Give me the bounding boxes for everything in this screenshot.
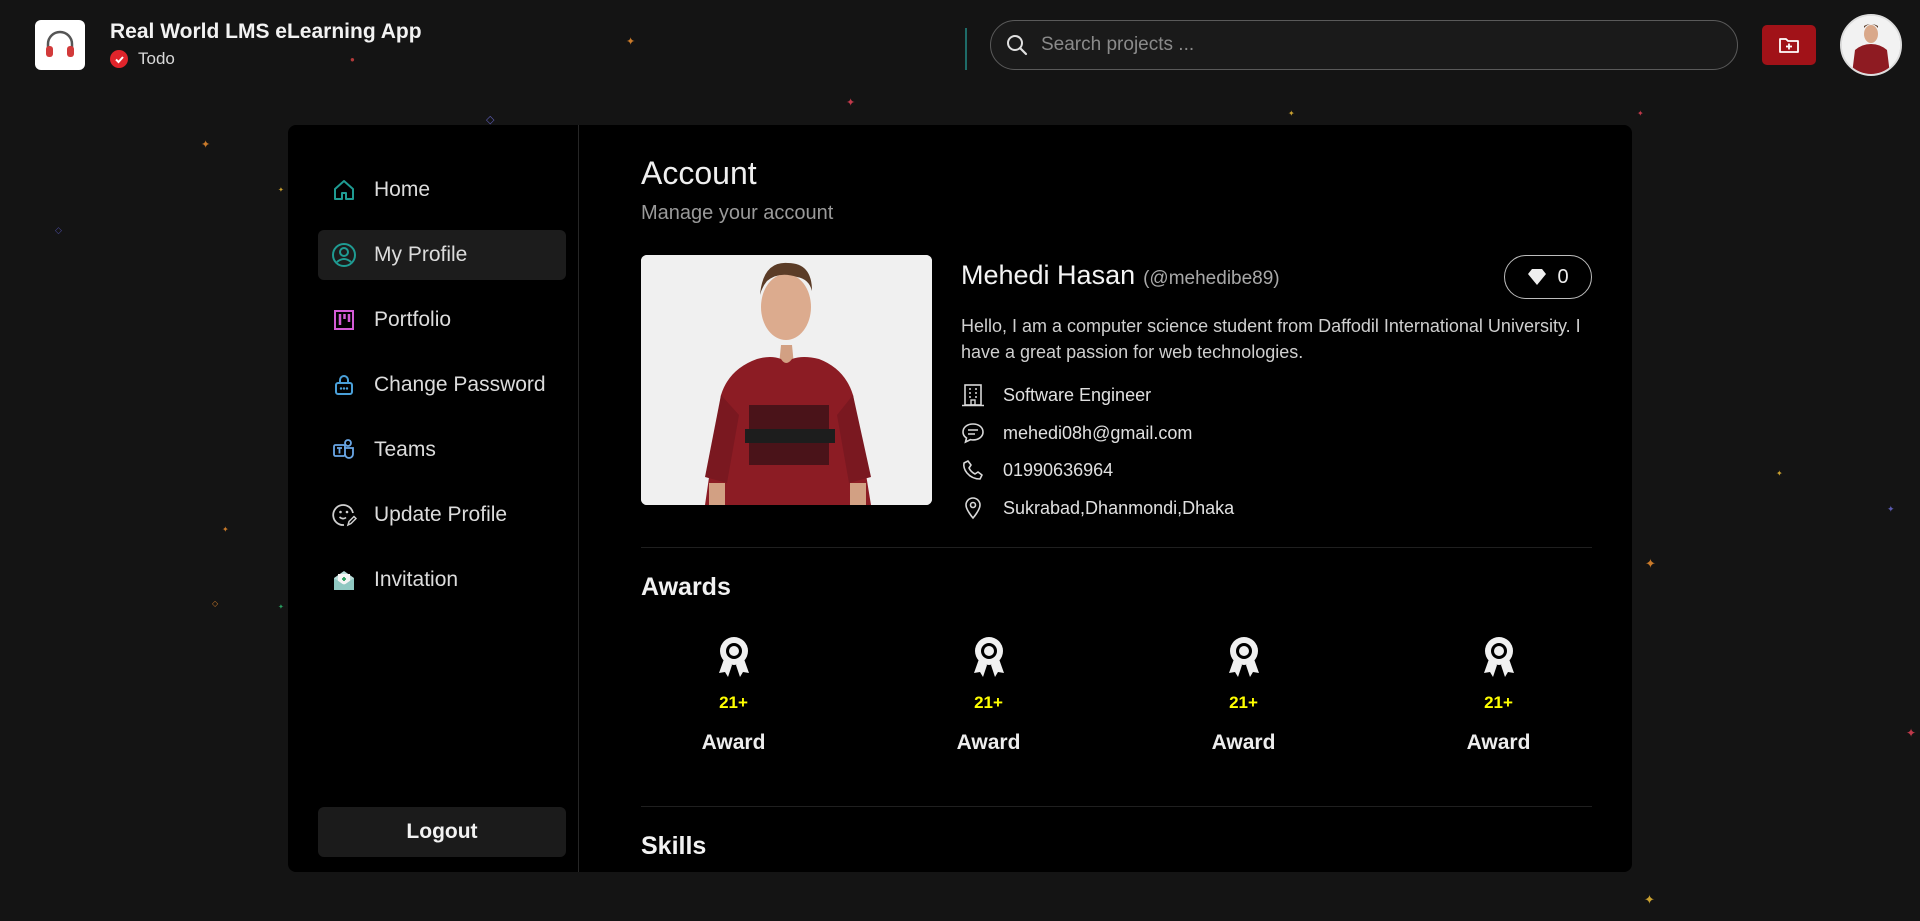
search-icon [1007, 35, 1028, 56]
award-item: 21+ Award [1406, 635, 1591, 755]
avatar-image [1842, 16, 1900, 74]
sidebar-item-label: Invitation [374, 568, 459, 591]
section-divider [641, 547, 1592, 548]
user-circle-icon [330, 241, 358, 269]
lock-icon [330, 371, 358, 399]
sidebar-item-label: Portfolio [374, 308, 452, 331]
logout-button[interactable]: Logout [318, 807, 566, 857]
sidebar-item-label: Change Password [374, 373, 546, 396]
profile-image [641, 255, 932, 505]
info-occupation: Software Engineer [961, 383, 1151, 407]
status-label: Todo [138, 49, 175, 68]
header-divider [965, 28, 967, 70]
sidebar-item-change-password[interactable]: Change Password [318, 360, 566, 410]
award-ribbon-icon [1483, 637, 1514, 677]
address-text: Sukrabad,Dhanmondi,Dhaka [1003, 497, 1235, 518]
award-item: 21+ Award [641, 635, 826, 755]
new-project-button[interactable] [1762, 25, 1816, 65]
teams-icon [330, 436, 358, 464]
likes-count: 0 [1557, 265, 1569, 288]
profile-photo [641, 255, 932, 505]
award-ribbon-icon [718, 637, 749, 677]
profile-bio: Hello, I am a computer science student f… [961, 316, 1581, 362]
profile-handle: (@mehedibe89) [1143, 268, 1280, 289]
user-avatar[interactable] [1840, 14, 1902, 76]
profile-name-row: Mehedi Hasan (@mehedibe89) [961, 260, 1280, 291]
smile-edit-icon [330, 501, 358, 529]
folder-plus-icon [1779, 38, 1799, 53]
phone-icon [961, 458, 985, 482]
award-count: 21+ [719, 693, 748, 712]
award-ribbon-icon [973, 637, 1004, 677]
account-content: Account Manage your account Mehedi Hasan… [641, 125, 1596, 872]
chat-bubble-icon [961, 421, 985, 445]
app-logo[interactable] [35, 20, 85, 70]
award-count: 21+ [1229, 693, 1258, 712]
info-address: Sukrabad,Dhanmondi,Dhaka [961, 496, 1234, 520]
sidebar-item-label: Teams [374, 438, 436, 461]
search-input[interactable] [1041, 34, 1691, 56]
location-pin-icon [961, 496, 985, 520]
app-status[interactable]: Todo [110, 49, 175, 69]
building-icon [961, 383, 985, 407]
info-phone: 01990636964 [961, 458, 1113, 482]
award-label: Award [1211, 731, 1276, 754]
award-label: Award [701, 731, 766, 754]
diamond-icon [1528, 269, 1547, 285]
award-count: 21+ [974, 693, 1003, 712]
sidebar-item-invitation[interactable]: Invitation [318, 555, 566, 605]
section-divider [641, 806, 1592, 807]
email-text[interactable]: mehedi08h@gmail.com [1003, 423, 1192, 444]
account-card: Home My Profile Portfolio Change Passwor… [288, 125, 1632, 872]
award-label: Award [956, 731, 1021, 754]
sidebar-item-update-profile[interactable]: Update Profile [318, 490, 566, 540]
sidebar-item-home[interactable]: Home [318, 165, 566, 215]
check-circle-icon [110, 50, 128, 68]
profile-name: Mehedi Hasan [961, 260, 1136, 290]
sidebar-item-label: Update Profile [374, 503, 508, 526]
phone-text[interactable]: 01990636964 [1003, 460, 1113, 481]
likes-button[interactable]: 0 [1504, 255, 1592, 299]
sidebar-item-label: Home [374, 178, 431, 201]
sidebar-item-my-profile[interactable]: My Profile [318, 230, 566, 280]
skills-title: Skills [641, 832, 707, 860]
sidebar-item-portfolio[interactable]: Portfolio [318, 295, 566, 345]
page-title: Account [641, 155, 757, 191]
app-title: Real World LMS eLearning App [110, 20, 422, 43]
home-icon [330, 176, 358, 204]
award-item: 21+ Award [1151, 635, 1336, 755]
page-subtitle: Manage your account [641, 202, 834, 224]
award-item: 21+ Award [896, 635, 1081, 755]
info-email: mehedi08h@gmail.com [961, 421, 1192, 445]
top-bar: Real World LMS eLearning App Todo [0, 0, 1920, 92]
sidebar-item-label: My Profile [374, 243, 468, 266]
envelope-open-icon [330, 566, 358, 594]
search-bar[interactable] [990, 20, 1738, 70]
headphones-icon [46, 30, 74, 57]
awards-title: Awards [641, 573, 731, 601]
kanban-icon [330, 306, 358, 334]
sidebar: Home My Profile Portfolio Change Passwor… [288, 125, 579, 872]
occupation-text: Software Engineer [1003, 384, 1152, 405]
award-count: 21+ [1484, 693, 1513, 712]
award-ribbon-icon [1228, 637, 1259, 677]
award-label: Award [1466, 731, 1531, 754]
sidebar-item-teams[interactable]: Teams [318, 425, 566, 475]
